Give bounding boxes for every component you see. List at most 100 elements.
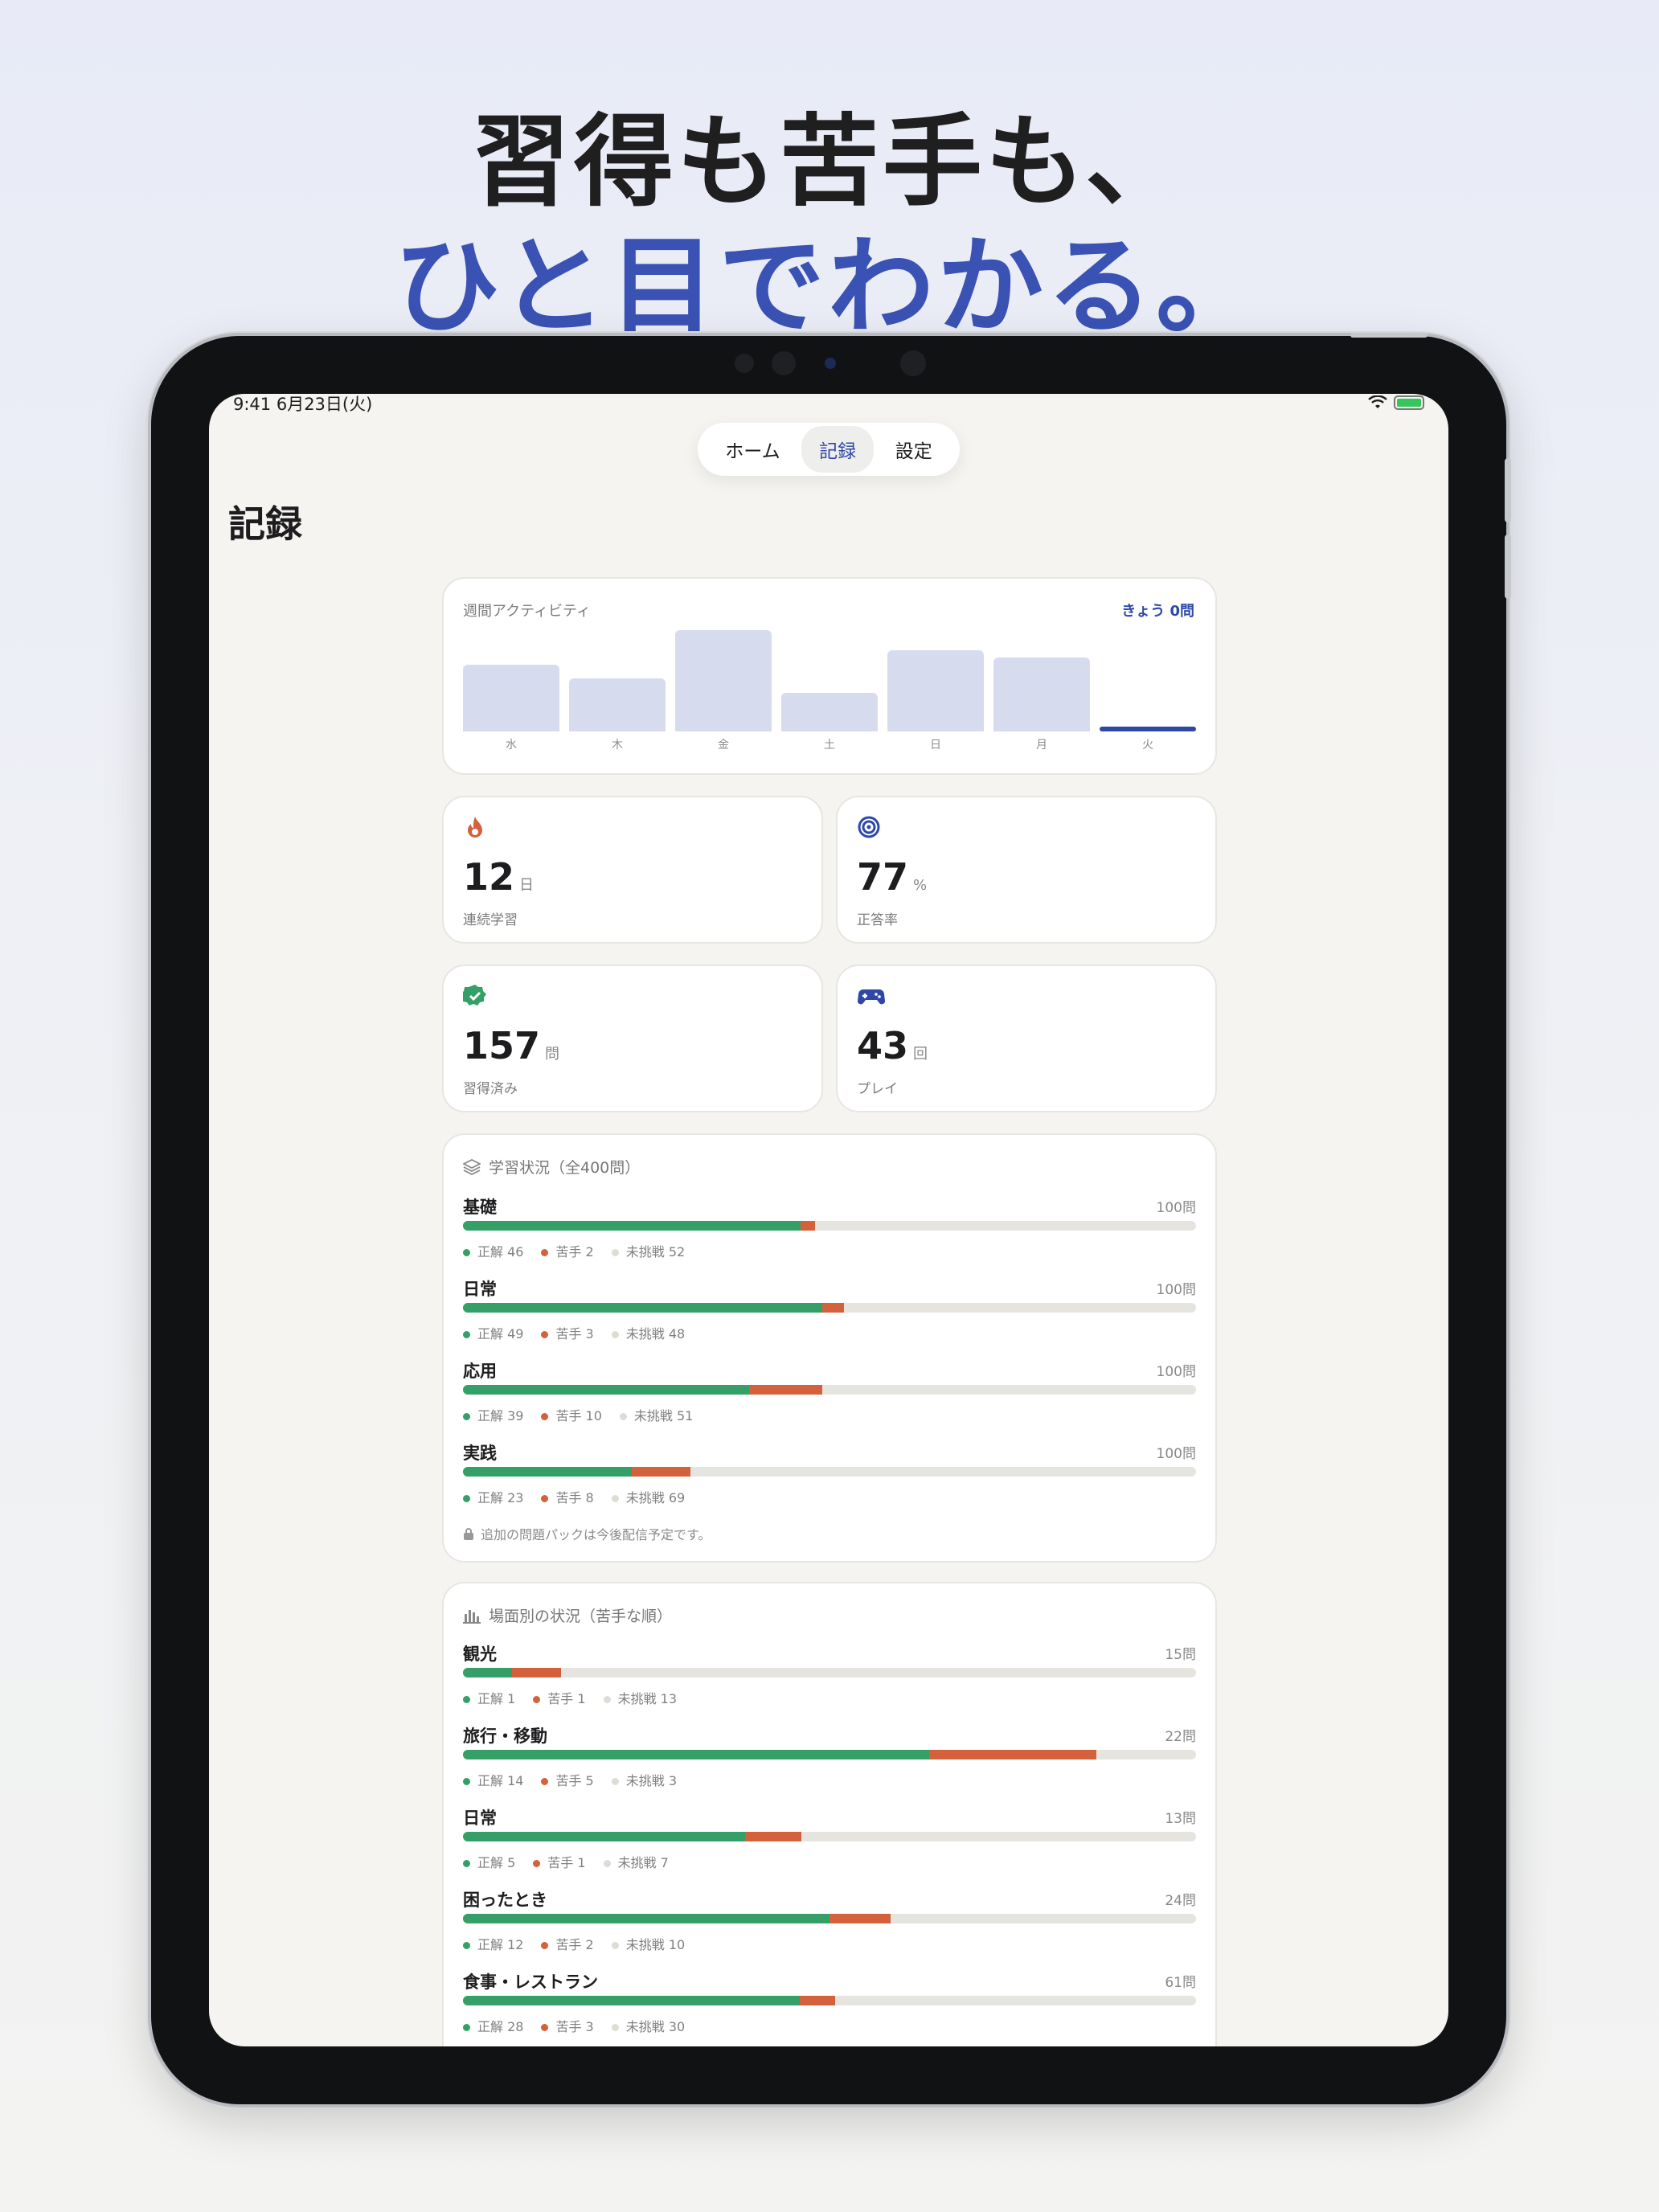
activity-bar xyxy=(887,650,984,731)
correct-segment xyxy=(463,1385,749,1395)
legend-weak: 苦手 2 xyxy=(541,1241,594,1260)
weak-segment xyxy=(830,1914,891,1923)
activity-day-label: 火 xyxy=(1142,739,1153,752)
progress-row: 実践 100問 正解 23 苦手 8 未挑戦 69 xyxy=(463,1440,1196,1516)
row-name: 困ったとき xyxy=(463,1890,547,1910)
stat-label: プレイ xyxy=(857,1081,898,1097)
learning-status-title: 学習状況（全400問） xyxy=(489,1159,641,1177)
legend-correct: 正解 46 xyxy=(463,1241,523,1260)
headline-line-2: ひと目でわかる。 xyxy=(393,225,1266,349)
row-total: 100問 xyxy=(1156,1282,1196,1298)
row-name: 日常 xyxy=(463,1280,497,1299)
scene-status-header: 場面別の状況（苦手な順） xyxy=(463,1604,672,1626)
progress-track xyxy=(463,1303,1196,1313)
legend-weak: 苦手 10 xyxy=(541,1405,602,1424)
weak-segment xyxy=(821,1303,845,1313)
progress-track xyxy=(463,1996,1196,2005)
page-title: 記録 xyxy=(228,502,302,546)
activity-day-label: 金 xyxy=(718,739,729,752)
row-total: 24問 xyxy=(1165,1893,1196,1909)
row-name: 食事・レストラン xyxy=(463,1972,598,1992)
weak-segment xyxy=(511,1668,561,1677)
row-legend: 正解 39 苦手 10 未挑戦 51 xyxy=(463,1405,693,1424)
progress-track xyxy=(463,1467,1196,1477)
legend-correct: 正解 1 xyxy=(463,1688,515,1707)
row-total: 22問 xyxy=(1165,1729,1196,1745)
correct-segment xyxy=(463,1914,830,1923)
legend-correct: 正解 28 xyxy=(463,2016,523,2035)
weak-segment xyxy=(800,1221,815,1231)
row-name: 観光 xyxy=(463,1645,497,1664)
wifi-icon xyxy=(1368,395,1387,408)
verified-check-icon xyxy=(463,985,486,1006)
row-total: 100問 xyxy=(1156,1200,1196,1216)
progress-track xyxy=(463,1832,1196,1841)
legend-untried: 未挑戦 13 xyxy=(603,1688,677,1707)
footnote: 追加の問題パックは今後配信予定です。 xyxy=(463,1524,711,1543)
legend-correct: 正解 39 xyxy=(463,1405,523,1424)
activity-bar xyxy=(569,678,666,731)
lock-icon xyxy=(464,1528,473,1540)
legend-weak: 苦手 8 xyxy=(541,1487,594,1506)
tab-settings[interactable]: 設定 xyxy=(878,426,950,473)
stat-label: 習得済み xyxy=(463,1081,518,1097)
activity-bar xyxy=(993,657,1090,731)
progress-row: 旅行・移動 22問正解 14 苦手 5 未挑戦 3 xyxy=(463,1723,1196,1799)
correct-segment xyxy=(463,1832,745,1841)
row-name: 応用 xyxy=(463,1362,497,1381)
stat-card-streak: 12 日 連続学習 xyxy=(442,796,823,944)
progress-row: 食事・レストラン 61問 正解 28 苦手 3 未挑戦 30 xyxy=(463,1969,1196,2045)
volume-up-button xyxy=(1505,458,1511,522)
gamepad-icon xyxy=(857,989,886,1005)
legend-untried: 未挑戦 10 xyxy=(611,1934,685,1953)
activity-bar-today xyxy=(1100,727,1196,731)
activity-day-label: 土 xyxy=(824,739,835,752)
legend-weak: 苦手 3 xyxy=(541,1323,594,1342)
bar-chart-icon xyxy=(463,1609,481,1624)
row-legend: 正解 28 苦手 3 未挑戦 30 xyxy=(463,2016,685,2035)
row-name: 旅行・移動 xyxy=(463,1727,547,1746)
weekly-activity-title: 週間アクティビティ xyxy=(463,603,591,620)
legend-untried: 未挑戦 51 xyxy=(619,1405,693,1424)
legend-weak: 苦手 1 xyxy=(533,1852,586,1871)
correct-segment xyxy=(463,1996,800,2005)
row-legend: 正解 14 苦手 5 未挑戦 3 xyxy=(463,1770,677,1789)
legend-correct: 正解 5 xyxy=(463,1852,515,1871)
correct-segment xyxy=(463,1303,822,1313)
battery-icon xyxy=(1394,395,1424,410)
learning-status-header: 学習状況（全400問） xyxy=(463,1156,640,1178)
legend-weak: 苦手 2 xyxy=(541,1934,594,1953)
top-button xyxy=(1350,333,1428,338)
legend-untried: 未挑戦 69 xyxy=(611,1487,685,1506)
row-total: 100問 xyxy=(1156,1364,1196,1380)
progress-track xyxy=(463,1668,1196,1677)
row-legend: 正解 49 苦手 3 未挑戦 48 xyxy=(463,1323,685,1342)
legend-weak: 苦手 3 xyxy=(541,2016,594,2035)
volume-down-button xyxy=(1505,535,1511,599)
target-icon xyxy=(858,816,880,838)
legend-untried: 未挑戦 3 xyxy=(611,1770,677,1789)
activity-bar xyxy=(463,665,559,731)
progress-track xyxy=(463,1221,1196,1231)
row-total: 13問 xyxy=(1165,1811,1196,1827)
legend-correct: 正解 23 xyxy=(463,1487,523,1506)
weak-segment xyxy=(744,1832,801,1841)
legend-correct: 正解 49 xyxy=(463,1323,523,1342)
progress-row: 日常 13問 正解 5 苦手 1 未挑戦 7 xyxy=(463,1805,1196,1881)
row-legend: 正解 1 苦手 1 未挑戦 13 xyxy=(463,1688,677,1707)
row-legend: 正解 23 苦手 8 未挑戦 69 xyxy=(463,1487,685,1506)
row-legend: 正解 46 苦手 2 未挑戦 52 xyxy=(463,1241,685,1260)
legend-untried: 未挑戦 52 xyxy=(611,1241,685,1260)
sensor-dot xyxy=(772,351,796,375)
progress-track xyxy=(463,1385,1196,1395)
row-legend: 正解 5 苦手 1 未挑戦 7 xyxy=(463,1852,669,1871)
flame-icon xyxy=(468,817,482,838)
app-screen: 9:41 6月23日(火) ホーム 記録 設定 記録 週間アクティビティ きょう… xyxy=(209,394,1448,2046)
progress-row: 困ったとき 24問 正解 12 苦手 2 未挑戦 10 xyxy=(463,1887,1196,1963)
progress-row: 応用 100問正解 39 苦手 10 未挑戦 51 xyxy=(463,1358,1196,1434)
activity-day-label: 日 xyxy=(930,739,941,752)
sensor-dot xyxy=(900,350,926,376)
tab-home[interactable]: ホーム xyxy=(707,426,797,473)
status-time: 9:41 6月23日(火) xyxy=(233,395,373,414)
tab-records[interactable]: 記録 xyxy=(801,426,875,473)
